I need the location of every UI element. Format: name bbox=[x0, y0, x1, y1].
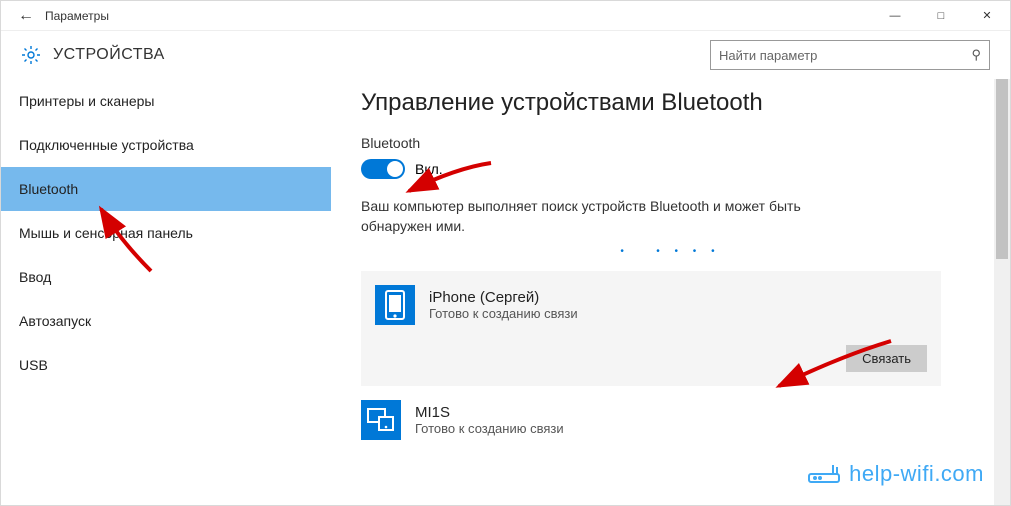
sidebar-item-mouse[interactable]: Мышь и сенсорная панель bbox=[1, 211, 331, 255]
sidebar-item-label: Автозапуск bbox=[19, 313, 91, 329]
page-title: Управление устройствами Bluetooth bbox=[361, 89, 980, 117]
sidebar-item-label: Принтеры и сканеры bbox=[19, 93, 154, 109]
vertical-scrollbar[interactable] bbox=[994, 79, 1010, 505]
close-button[interactable]: ✕ bbox=[964, 1, 1010, 31]
device-item[interactable]: MI1S Готово к созданию связи bbox=[361, 400, 941, 440]
content-area: Управление устройствами Bluetooth Blueto… bbox=[331, 79, 1010, 505]
device-name: iPhone (Сергей) bbox=[429, 289, 927, 306]
window-controls: — □ ✕ bbox=[872, 1, 1010, 31]
minimize-button[interactable]: — bbox=[872, 1, 918, 31]
sidebar-item-usb[interactable]: USB bbox=[1, 343, 331, 387]
watermark: help-wifi.com bbox=[807, 461, 984, 487]
sidebar-item-autorun[interactable]: Автозапуск bbox=[1, 299, 331, 343]
search-box[interactable]: ⚲ bbox=[710, 40, 990, 70]
device-icon bbox=[361, 400, 401, 440]
watermark-text: help-wifi.com bbox=[849, 461, 984, 487]
bluetooth-toggle-state: Вкл. bbox=[415, 161, 443, 177]
searching-indicator: • • • • • bbox=[521, 246, 821, 257]
wifi-router-icon bbox=[807, 462, 841, 486]
sidebar-item-label: Bluetooth bbox=[19, 181, 78, 197]
scrollbar-thumb[interactable] bbox=[996, 79, 1008, 259]
device-item-selected[interactable]: iPhone (Сергей) Готово к созданию связи … bbox=[361, 271, 941, 386]
sidebar-item-label: Ввод bbox=[19, 269, 51, 285]
pair-button[interactable]: Связать bbox=[846, 345, 927, 372]
page-category-title: УСТРОЙСТВА bbox=[53, 46, 165, 64]
gear-icon bbox=[21, 45, 41, 65]
search-icon: ⚲ bbox=[971, 47, 981, 63]
sidebar-item-bluetooth[interactable]: Bluetooth bbox=[1, 167, 331, 211]
sidebar-item-input[interactable]: Ввод bbox=[1, 255, 331, 299]
phone-icon bbox=[375, 285, 415, 325]
maximize-button[interactable]: □ bbox=[918, 1, 964, 31]
window-title: Параметры bbox=[41, 9, 109, 23]
device-status: Готово к созданию связи bbox=[429, 306, 927, 321]
back-button[interactable]: ← bbox=[11, 7, 41, 25]
device-status: Готово к созданию связи bbox=[415, 421, 941, 436]
sidebar-item-connected-devices[interactable]: Подключенные устройства bbox=[1, 123, 331, 167]
titlebar: ← Параметры — □ ✕ bbox=[1, 1, 1010, 31]
header: УСТРОЙСТВА ⚲ bbox=[1, 31, 1010, 79]
sidebar-item-label: Мышь и сенсорная панель bbox=[19, 225, 193, 241]
device-name: MI1S bbox=[415, 404, 941, 421]
bluetooth-status-text: Ваш компьютер выполняет поиск устройств … bbox=[361, 197, 861, 236]
sidebar-item-printers[interactable]: Принтеры и сканеры bbox=[1, 79, 331, 123]
sidebar: Принтеры и сканеры Подключенные устройст… bbox=[1, 79, 331, 505]
search-input[interactable] bbox=[719, 48, 971, 63]
sidebar-item-label: Подключенные устройства bbox=[19, 137, 194, 153]
bluetooth-toggle[interactable] bbox=[361, 159, 405, 179]
bluetooth-section-label: Bluetooth bbox=[361, 135, 980, 151]
sidebar-item-label: USB bbox=[19, 357, 48, 373]
